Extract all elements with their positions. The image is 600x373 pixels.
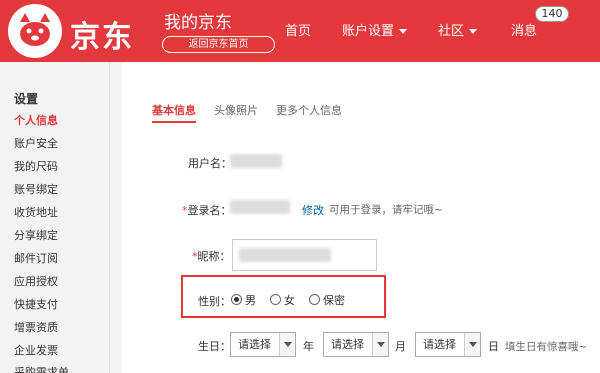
sidebar-item-share-binding[interactable]: 分享绑定 — [14, 227, 58, 243]
sidebar-item-vat-qualification[interactable]: 增票资质 — [14, 319, 58, 335]
sidebar-item-personal-info[interactable]: 个人信息 — [14, 112, 58, 128]
page-title: 我的京东 — [164, 13, 232, 33]
gender-option-male[interactable]: 男 — [231, 292, 256, 308]
chevron-down-icon — [469, 29, 478, 34]
gender-label: 性别： — [198, 295, 231, 308]
jd-dog-mascot-icon — [8, 4, 62, 58]
message-count-badge: 140 — [535, 6, 569, 22]
sidebar-item-app-authorization[interactable]: 应用授权 — [14, 273, 58, 289]
birthday-label: 生日： — [198, 340, 231, 353]
sidebar-item-account-security[interactable]: 账户安全 — [14, 135, 58, 151]
year-select-value: 请选择 — [238, 338, 271, 351]
login-name-label: *登录名： — [182, 202, 232, 218]
nickname-value-redacted — [239, 248, 331, 262]
radio-unchecked-icon — [309, 294, 320, 305]
jd-logo[interactable]: 京东 — [8, 4, 150, 58]
tab-basic-info[interactable]: 基本信息 — [152, 102, 196, 123]
day-unit: 日 — [488, 340, 499, 353]
gender-option-female[interactable]: 女 — [270, 292, 295, 308]
main-content: 基本信息 头像照片 更多个人信息 用户名： *登录名： 修改 可用于登录，请牢记… — [122, 62, 600, 373]
sidebar-item-account-binding[interactable]: 账号绑定 — [14, 181, 58, 197]
sidebar-item-company-invoice[interactable]: 企业发票 — [14, 342, 58, 358]
sidebar-item-quick-pay[interactable]: 快捷支付 — [14, 296, 58, 312]
sidebar-item-shipping-address[interactable]: 收货地址 — [14, 204, 58, 220]
dropdown-arrow-icon — [372, 333, 388, 356]
nickname-text: 昵称： — [197, 250, 231, 263]
top-header: 京东 我的京东 返回京东首页 首页 账户设置 社区 消息 140 — [0, 0, 600, 62]
username-label: 用户名： — [188, 157, 232, 170]
nickname-input[interactable] — [232, 239, 377, 271]
chevron-down-icon — [399, 29, 408, 34]
nav-messages[interactable]: 消息 — [511, 20, 537, 39]
dropdown-arrow-icon — [279, 333, 295, 356]
logo-text: 京东 — [70, 20, 134, 55]
login-name-value-redacted — [230, 200, 290, 214]
birthday-day-select[interactable]: 请选择 — [415, 332, 481, 357]
sidebar-item-purchase-request[interactable]: 采购需求单 — [14, 364, 69, 373]
nav-account-settings-label: 账户设置 — [342, 24, 395, 39]
dropdown-arrow-icon — [464, 333, 480, 356]
year-unit: 年 — [303, 340, 314, 353]
tab-avatar-photo[interactable]: 头像照片 — [214, 102, 258, 118]
month-select-value: 请选择 — [331, 338, 364, 351]
birthday-hint: 填生日有惊喜哦~ — [505, 341, 588, 353]
modify-login-link[interactable]: 修改 — [302, 202, 324, 218]
nav-home[interactable]: 首页 — [285, 20, 311, 39]
sidebar-item-email-subscription[interactable]: 邮件订阅 — [14, 250, 58, 266]
day-select-value: 请选择 — [423, 338, 456, 351]
login-name-text: 登录名： — [187, 204, 232, 217]
back-home-button[interactable]: 返回京东首页 — [162, 36, 275, 53]
sidebar-title: 设置 — [14, 92, 39, 106]
nav-community[interactable]: 社区 — [438, 20, 478, 39]
radio-unchecked-icon — [270, 294, 281, 305]
sidebar-item-my-size[interactable]: 我的尺码 — [14, 158, 58, 174]
nav-account-settings[interactable]: 账户设置 — [342, 20, 408, 39]
radio-checked-icon — [231, 294, 242, 305]
tab-more-info[interactable]: 更多个人信息 — [276, 102, 342, 118]
month-unit: 月 — [395, 340, 406, 353]
birthday-month-select[interactable]: 请选择 — [323, 332, 389, 357]
gender-option-secret[interactable]: 保密 — [309, 292, 345, 308]
nav-community-label: 社区 — [438, 24, 465, 39]
birthday-year-select[interactable]: 请选择 — [230, 332, 296, 357]
gender-male-label: 男 — [245, 294, 256, 307]
nickname-label: *昵称： — [192, 248, 231, 264]
username-value-redacted — [230, 154, 282, 168]
login-hint: 可用于登录，请牢记哦~ — [329, 204, 443, 216]
settings-sidebar: 设置 个人信息 账户安全 我的尺码 账号绑定 收货地址 分享绑定 邮件订阅 应用… — [0, 62, 110, 373]
gender-female-label: 女 — [284, 294, 295, 307]
gender-secret-label: 保密 — [323, 294, 345, 307]
